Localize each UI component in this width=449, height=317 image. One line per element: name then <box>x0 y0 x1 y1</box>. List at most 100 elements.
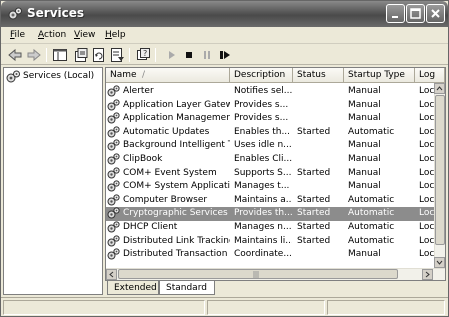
service-gear-icon <box>107 166 120 179</box>
table-row[interactable]: COM+ Event System Supports S... Started Man… <box>106 166 434 181</box>
window-title: Services <box>27 6 85 20</box>
service-gear-icon <box>107 248 120 260</box>
column-header-label: Status <box>297 70 326 80</box>
services-window: Services File Action View Help ? Service… <box>0 0 449 317</box>
status-bar <box>1 297 448 316</box>
minimize-button[interactable] <box>386 4 405 23</box>
cell-description: Provides s... <box>234 99 289 110</box>
minimize-icon <box>392 16 398 18</box>
table-row[interactable]: Automatic Updates Enables th... Started Aut… <box>106 126 434 140</box>
cell-name: Distributed Transaction ... <box>123 249 230 260</box>
cell-name: Cryptographic Services <box>123 208 228 219</box>
forward-arrow-icon[interactable] <box>26 47 42 63</box>
export-list-icon[interactable] <box>109 47 125 63</box>
column-header-log-on-as[interactable]: Log <box>415 68 445 83</box>
cell-startup: Automatic <box>348 222 395 232</box>
column-header-label: Description <box>234 70 286 80</box>
menu-help-rest: elp <box>111 30 126 40</box>
refresh-icon[interactable] <box>91 47 107 63</box>
cell-log: Loc <box>419 126 435 137</box>
cell-description: Supports S... <box>234 167 292 178</box>
stop-service-icon[interactable] <box>181 47 197 63</box>
scroll-up-button[interactable] <box>434 83 445 94</box>
close-button[interactable] <box>426 4 445 23</box>
cell-startup: Manual <box>348 113 381 124</box>
cell-log: Loc <box>419 99 435 110</box>
sort-indicator: / <box>142 70 146 80</box>
service-gear-icon <box>107 153 120 165</box>
column-header-startup-type[interactable]: Startup Type <box>344 68 415 83</box>
service-gear-icon <box>107 98 120 111</box>
cell-status <box>297 153 343 167</box>
column-header-label: Name <box>110 70 137 80</box>
cell-description: Coordinate... <box>234 249 292 260</box>
table-row[interactable]: Cryptographic Services Provides th... Star… <box>106 207 434 221</box>
table-row[interactable]: DHCP Client Manages n... Started Automatic L… <box>106 221 434 235</box>
cell-startup: Manual <box>348 167 381 178</box>
column-header-description[interactable]: Description <box>230 68 293 83</box>
show-hide-tree-icon[interactable] <box>52 47 68 63</box>
maximize-button[interactable] <box>406 4 425 23</box>
start-service-icon[interactable] <box>164 47 180 63</box>
column-header-status[interactable]: Status <box>293 68 344 83</box>
horizontal-scrollbar[interactable] <box>106 268 445 280</box>
cell-startup: Manual <box>348 181 381 192</box>
scroll-right-button[interactable] <box>422 269 433 280</box>
svg-text:?: ? <box>143 49 147 58</box>
maximize-icon <box>410 8 421 19</box>
table-row[interactable]: Computer Browser Maintains a... Started Aut… <box>106 194 434 208</box>
cell-startup: Automatic <box>348 235 395 246</box>
scroll-left-button[interactable] <box>106 269 117 280</box>
cell-name: ClipBook <box>123 154 163 164</box>
cell-status: Started <box>297 222 331 232</box>
service-gear-icon <box>107 139 120 151</box>
cell-description: Provides s... <box>234 113 289 124</box>
back-arrow-icon[interactable] <box>7 47 23 63</box>
table-row[interactable]: COM+ System Application Manages t... Manua… <box>106 180 434 194</box>
title-bar[interactable]: Services <box>1 1 448 27</box>
column-header-name[interactable]: Name / <box>106 68 230 83</box>
table-row[interactable]: Distributed Link Tracking ... Maintains l… <box>106 234 434 249</box>
status-pane-3 <box>327 300 445 315</box>
table-row[interactable]: Background Intelligent T... Uses idle n..… <box>106 139 434 153</box>
toolbar-separator <box>129 48 130 62</box>
properties-icon[interactable] <box>73 47 89 63</box>
tab-label: Extended <box>114 283 157 293</box>
vertical-scroll-thumb[interactable] <box>435 95 445 245</box>
cell-description: Maintains a... <box>234 194 292 205</box>
table-row[interactable]: Application Layer Gatew... Provides s... M… <box>106 98 435 113</box>
vertical-scrollbar[interactable] <box>434 83 445 268</box>
tab-extended[interactable]: Extended <box>107 281 159 295</box>
service-gear-icon <box>107 180 120 192</box>
cell-startup: Manual <box>348 86 381 96</box>
cell-name: Alerter <box>123 86 154 96</box>
menu-action[interactable]: Action <box>38 30 66 40</box>
cell-name: Distributed Link Tracking ... <box>123 235 230 246</box>
scroll-down-button[interactable] <box>434 257 445 268</box>
column-header-label: Startup Type <box>348 70 405 80</box>
cell-status <box>297 112 343 126</box>
cell-startup: Manual <box>348 154 381 164</box>
help-icon[interactable]: ? <box>135 47 151 63</box>
menu-file[interactable]: File <box>10 30 25 40</box>
tab-standard[interactable]: Standard <box>159 281 215 295</box>
cell-log: Loc <box>419 181 435 192</box>
table-row[interactable]: Distributed Transaction ... Coordinate...… <box>106 248 434 262</box>
horizontal-scroll-thumb[interactable] <box>118 269 398 279</box>
table-row[interactable]: Alerter Notifies sel... Manual Loc <box>106 85 434 99</box>
services-gear-icon <box>6 70 20 83</box>
services-list: Name / Description Status Startup Type L… <box>105 67 446 281</box>
table-row[interactable]: ClipBook Enables Cli... Manual Loc <box>106 153 434 167</box>
tree-item-label: Services (Local) <box>23 71 95 81</box>
menu-view[interactable]: View <box>74 30 95 40</box>
pause-service-icon[interactable] <box>199 47 215 63</box>
table-row[interactable]: Application Management Provides s... Manua… <box>106 112 434 126</box>
menu-help[interactable]: Help <box>105 30 126 40</box>
restart-service-icon[interactable] <box>217 47 233 63</box>
toolbar-separator <box>46 48 47 62</box>
cell-startup: Manual <box>348 99 381 110</box>
cell-status: Started <box>297 126 331 137</box>
cell-name: DHCP Client <box>123 222 178 232</box>
cell-name: Automatic Updates <box>123 126 210 137</box>
cell-status: Started <box>297 167 331 178</box>
